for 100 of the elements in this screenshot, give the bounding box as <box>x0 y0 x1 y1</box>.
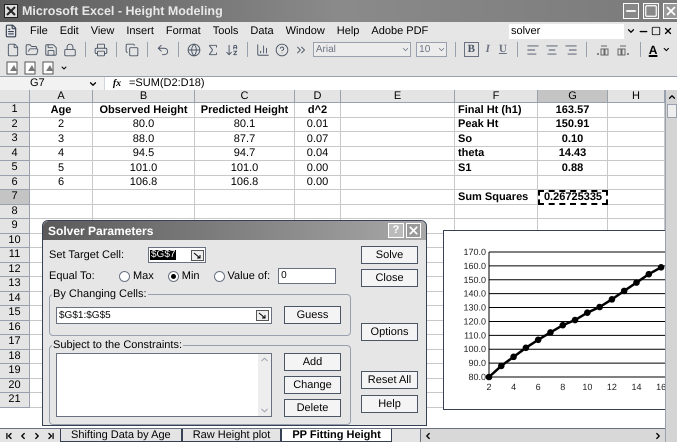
menu-item[interactable]: Edit <box>60 22 79 40</box>
dropdown-icon[interactable] <box>662 45 672 54</box>
row-header[interactable]: 1 <box>0 103 30 118</box>
row-header[interactable]: 13 <box>0 277 30 292</box>
menu-item[interactable]: Window <box>286 22 325 40</box>
column-header[interactable]: A <box>30 90 93 103</box>
target-cell-field[interactable]: $G$7 <box>148 247 206 263</box>
dialog-button[interactable]: Add <box>284 353 341 371</box>
previous-sheet-icon[interactable] <box>18 431 28 441</box>
column-header[interactable]: C <box>195 90 295 103</box>
collapse-dialog-icon[interactable] <box>191 250 204 260</box>
help-icon[interactable] <box>274 42 289 56</box>
dialog-button[interactable]: Help <box>361 395 418 413</box>
dialog-button[interactable]: Solve <box>361 246 418 264</box>
dialog-button[interactable]: Close <box>361 269 418 287</box>
menu-item[interactable]: Help <box>336 22 360 40</box>
font-size-field[interactable]: 10 <box>416 42 448 57</box>
column-header[interactable]: E <box>341 90 455 103</box>
font-color-button[interactable]: A <box>648 44 658 56</box>
row-header[interactable]: 21 <box>0 393 30 408</box>
folder-icon[interactable] <box>25 42 39 56</box>
scroll-up-icon[interactable] <box>666 92 676 102</box>
bold-button[interactable]: B <box>464 42 479 57</box>
dropdown-icon[interactable] <box>626 26 636 36</box>
dialog-button[interactable]: Delete <box>284 399 341 417</box>
first-sheet-icon[interactable] <box>4 431 14 441</box>
row-header[interactable]: 11 <box>0 248 30 262</box>
menu-item[interactable]: Adobe PDF <box>371 22 428 40</box>
undo-icon[interactable] <box>156 42 170 56</box>
name-box[interactable]: G7 <box>0 77 105 90</box>
row-header[interactable]: 5 <box>0 161 30 176</box>
radio-button[interactable] <box>168 270 179 282</box>
italic-button[interactable]: I <box>484 44 492 55</box>
row-header[interactable]: 19 <box>0 364 30 378</box>
row-header[interactable]: 20 <box>0 378 30 393</box>
column-header[interactable]: H <box>608 90 665 103</box>
constraints-list[interactable] <box>56 353 272 417</box>
sort-icon[interactable] <box>224 42 239 56</box>
row-header[interactable]: 3 <box>0 132 30 146</box>
menu-item[interactable]: Data <box>250 22 274 40</box>
row-header[interactable]: 15 <box>0 306 30 320</box>
dialog-button[interactable]: Change <box>284 376 341 394</box>
menu-item[interactable]: Tools <box>212 22 238 40</box>
close-icon[interactable] <box>663 26 673 36</box>
font-field[interactable]: Arial <box>312 42 412 57</box>
copy-icon[interactable] <box>124 42 139 56</box>
last-sheet-icon[interactable] <box>46 431 56 441</box>
align-left-icon[interactable] <box>526 42 540 56</box>
restore-icon[interactable] <box>651 26 661 36</box>
menu-item[interactable]: Insert <box>126 22 154 40</box>
value-field[interactable]: 0 <box>278 268 336 284</box>
vertical-scrollbar[interactable] <box>665 90 677 442</box>
horizontal-scrollbar[interactable] <box>420 429 665 442</box>
function-button[interactable]: fx <box>105 76 129 91</box>
row-header[interactable]: 2 <box>0 118 30 132</box>
dialog-button[interactable]: Reset All <box>361 371 418 389</box>
menu-item[interactable]: Format <box>166 22 201 40</box>
sheet-tab[interactable]: PP Fitting Height <box>281 429 392 442</box>
align-right-icon[interactable] <box>564 42 578 56</box>
next-sheet-icon[interactable] <box>32 431 42 441</box>
row-header[interactable]: 8 <box>0 204 30 219</box>
collapse-dialog-icon[interactable] <box>256 310 269 320</box>
column-header[interactable]: F <box>455 90 538 103</box>
globe-icon[interactable] <box>186 42 201 56</box>
row-header[interactable]: 4 <box>0 146 30 161</box>
scroll-right-icon[interactable] <box>653 430 663 440</box>
new-document-icon[interactable] <box>6 42 20 56</box>
radio-button[interactable] <box>119 270 130 282</box>
column-header[interactable]: D <box>295 90 341 103</box>
changing-cells-field[interactable]: $G$1:$G$5 <box>56 306 272 324</box>
dialog-button[interactable]: Guess <box>284 306 341 324</box>
document-icon[interactable] <box>4 24 18 38</box>
lock-icon[interactable] <box>63 42 77 56</box>
radio-button[interactable] <box>214 270 225 282</box>
row-header[interactable]: 16 <box>0 320 30 335</box>
increase-decimal-icon[interactable] <box>594 44 611 56</box>
scroll-left-icon[interactable] <box>423 430 433 440</box>
row-header[interactable]: 7 <box>0 190 30 204</box>
column-header[interactable]: B <box>93 90 195 103</box>
menu-item[interactable]: View <box>90 22 114 40</box>
decrease-decimal-icon[interactable] <box>616 44 632 56</box>
menu-item[interactable]: File <box>30 22 48 40</box>
printer-icon[interactable] <box>94 42 108 56</box>
row-header[interactable]: 10 <box>0 234 30 248</box>
sheet-tab[interactable]: Raw Height plot <box>182 429 282 442</box>
align-center-icon[interactable] <box>544 42 559 56</box>
row-header[interactable]: 9 <box>0 219 30 234</box>
row-header[interactable]: 18 <box>0 350 30 364</box>
save-icon[interactable] <box>44 42 58 56</box>
underline-button[interactable]: U <box>496 44 509 55</box>
row-header[interactable]: 17 <box>0 335 30 350</box>
row-header[interactable]: 14 <box>0 292 30 306</box>
dropdown-icon[interactable] <box>60 64 68 72</box>
sheet-tab[interactable]: Shifting Data by Age <box>60 429 182 442</box>
dialog-button[interactable]: Options <box>361 323 418 341</box>
row-header[interactable]: 12 <box>0 262 30 277</box>
bar-chart-icon[interactable] <box>256 42 270 56</box>
help-search-field[interactable]: solver <box>509 24 624 38</box>
scrollbar-thumb[interactable] <box>666 104 676 118</box>
row-header[interactable]: 6 <box>0 176 30 190</box>
